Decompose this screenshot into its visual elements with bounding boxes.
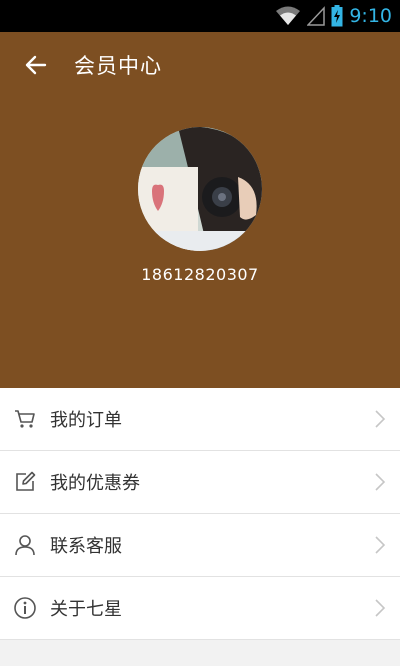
- wifi-icon: [276, 6, 301, 25]
- page-title: 会员中心: [74, 54, 162, 78]
- chevron-right-icon: [375, 410, 386, 428]
- edit-icon: [13, 470, 37, 494]
- avatar[interactable]: [138, 127, 262, 251]
- status-bar: 9:10: [0, 0, 400, 32]
- menu-list: 我的订单 我的优惠券 联系客服 关于七星: [0, 388, 400, 640]
- profile-header: 会员中心 18612820307: [0, 32, 400, 388]
- menu-item-about[interactable]: 关于七星: [0, 577, 400, 640]
- signal-icon: [307, 6, 326, 26]
- info-icon: [13, 596, 37, 620]
- chevron-right-icon: [375, 473, 386, 491]
- menu-item-label: 我的订单: [50, 410, 122, 431]
- user-icon: [13, 533, 37, 557]
- menu-item-support[interactable]: 联系客服: [0, 514, 400, 577]
- chevron-right-icon: [375, 599, 386, 617]
- menu-item-orders[interactable]: 我的订单: [0, 388, 400, 451]
- battery-icon: [331, 5, 343, 27]
- cart-icon: [13, 407, 37, 431]
- phone-number: 18612820307: [141, 265, 259, 284]
- menu-item-label: 联系客服: [50, 536, 122, 557]
- toolbar: 会员中心: [0, 32, 400, 98]
- status-time: 9:10: [349, 5, 392, 27]
- menu-item-label: 我的优惠券: [50, 473, 140, 494]
- menu-item-coupons[interactable]: 我的优惠券: [0, 451, 400, 514]
- back-button[interactable]: [8, 37, 64, 93]
- menu-item-label: 关于七星: [50, 599, 122, 620]
- back-arrow-icon: [25, 55, 47, 75]
- chevron-right-icon: [375, 536, 386, 554]
